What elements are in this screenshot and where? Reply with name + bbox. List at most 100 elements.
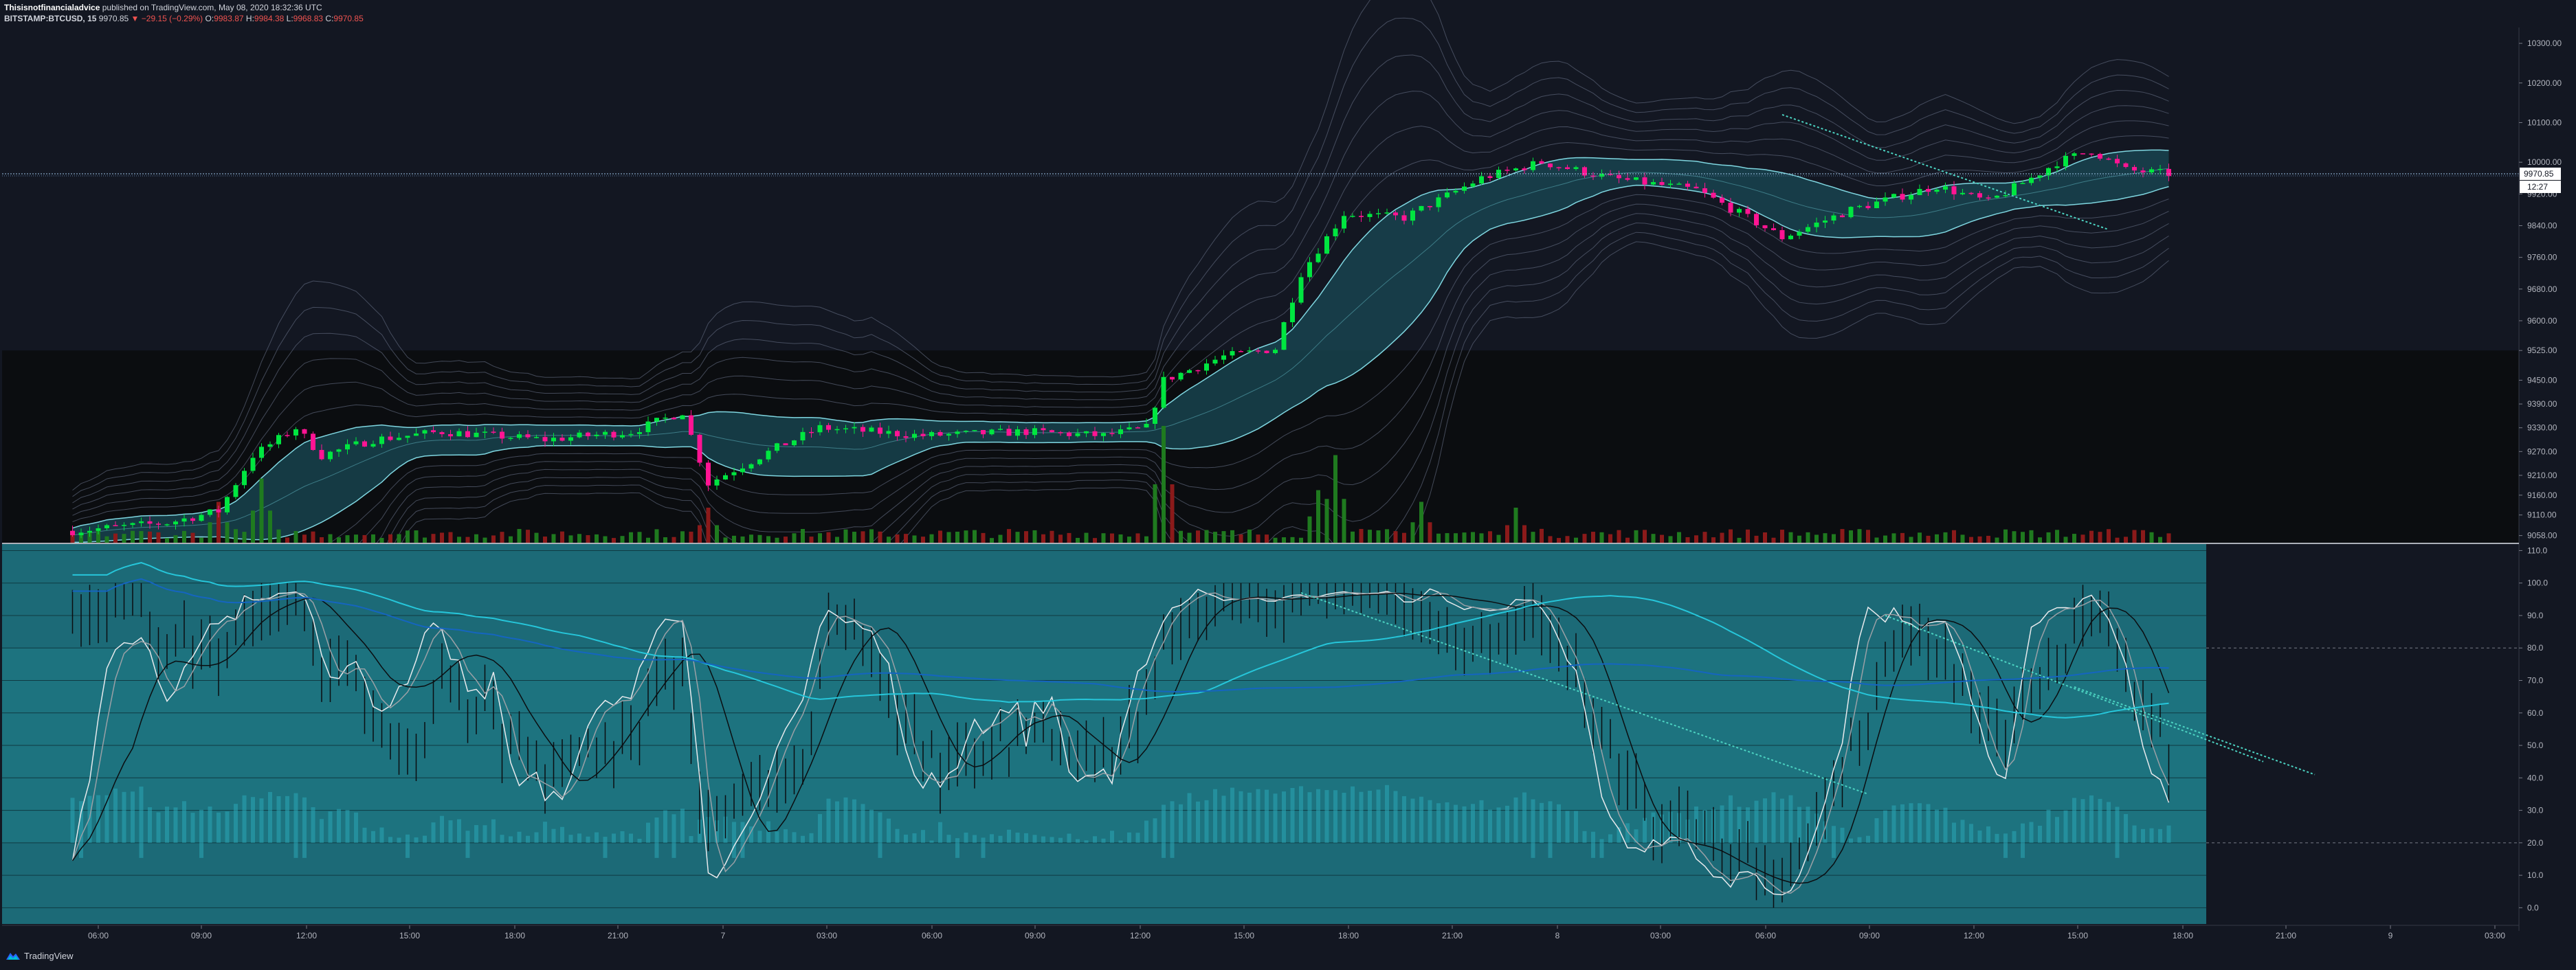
volume-bar (1299, 537, 1303, 543)
oscillator-histogram-bar (1376, 789, 1381, 843)
oscillator-histogram-bar (1445, 802, 1450, 843)
countdown-label: 12:27 (2527, 182, 2548, 192)
oscillator-histogram-bar (311, 807, 315, 843)
volume-bar (1617, 530, 1621, 543)
volume-bar (491, 535, 496, 543)
volume-bar (595, 534, 599, 543)
candle-body (1393, 212, 1398, 216)
volume-bar (354, 534, 358, 543)
oscillator-histogram-bar (285, 796, 289, 843)
oscillator-histogram-bar (1832, 826, 1836, 858)
time-tick-label: 21:00 (1442, 931, 1463, 940)
candle-body (104, 525, 109, 529)
volume-bar (371, 534, 375, 543)
candle-body (259, 447, 264, 458)
oscillator-histogram-bar (337, 809, 341, 843)
time-tick-label: 7 (721, 931, 726, 940)
oscillator-histogram-bar (1196, 801, 1200, 843)
brand-name[interactable]: TradingView (24, 951, 74, 961)
volume-bar (397, 534, 401, 543)
volume-bar (2166, 533, 2171, 543)
volume-bar (500, 532, 504, 543)
oscillator-histogram-bar (1076, 839, 1080, 843)
candle-body (1092, 431, 1098, 436)
volume-bar (1496, 534, 1501, 543)
oscillator-histogram-bar (268, 791, 272, 843)
oscillator-histogram-bar (122, 791, 126, 843)
candle-body (233, 485, 238, 497)
volume-bar (1548, 536, 1553, 543)
price-axis[interactable]: 10300.0010200.0010100.0010000.009920.009… (2518, 27, 2562, 931)
candle-body (1891, 194, 1896, 198)
volume-bar (2029, 530, 2034, 543)
price-tick-label: 10300.00 (2527, 38, 2562, 48)
volume-bar (2115, 537, 2120, 543)
oscillator-histogram-bar (2098, 798, 2102, 843)
candle-body (1797, 232, 1802, 236)
volume-bar (1290, 537, 1295, 543)
volume-bar (1024, 531, 1028, 543)
time-axis[interactable]: 06:00 09:00 12:00 15:00 18:00 21:00 7 03:00 06:0… (2, 925, 2519, 940)
candle-body (1256, 350, 1261, 352)
volume-bar (1643, 530, 1647, 543)
volume-bar (835, 537, 839, 543)
volume-bar (1110, 533, 1114, 543)
candle-body (1084, 431, 1089, 433)
candle-body (2106, 158, 2111, 160)
oscillator-histogram-bar (173, 807, 178, 843)
volume-bar (148, 531, 152, 543)
chart-canvas[interactable]: 10300.0010200.0010100.0010000.009920.009… (0, 0, 2576, 970)
oscillator-histogram-bar (1393, 791, 1398, 843)
oscillator-histogram-bar (1788, 795, 1793, 843)
volume-bar (293, 530, 298, 543)
oscillator-histogram-bar (2021, 823, 2025, 858)
oscillator-histogram-bar (1333, 790, 1337, 843)
oscillator-histogram-bar (775, 831, 779, 843)
volume-bar (1230, 530, 1234, 543)
candle-body (276, 435, 281, 444)
oscillator-histogram-bar (1368, 791, 1372, 843)
volume-bar (551, 534, 556, 543)
osc-tick-label: 40.0 (2527, 773, 2544, 782)
price-tick-label: 9210.00 (2527, 471, 2557, 480)
oscillator-histogram-bar (1995, 833, 1999, 843)
oscillator-histogram-bar (242, 795, 247, 843)
candle-body (1324, 236, 1329, 254)
oscillator-histogram-bar (1496, 807, 1501, 843)
oscillator-histogram-bar (1926, 804, 1931, 843)
oscillator-histogram-bar (671, 814, 676, 858)
oscillator-histogram-bar (869, 809, 874, 843)
candle-body (955, 431, 960, 434)
oscillator-pane[interactable] (2, 544, 2519, 924)
oscillator-histogram-bar (1471, 804, 1475, 843)
candle-body (568, 437, 573, 441)
volume-bar (431, 534, 436, 543)
oscillator-histogram-bar (1118, 840, 1123, 843)
candle-body (181, 518, 187, 522)
oscillator-histogram-bar (131, 791, 135, 843)
volume-bar (2012, 531, 2017, 543)
volume-bar (1685, 537, 1690, 543)
candle-body (1204, 363, 1209, 371)
osc-tick-label: 70.0 (2527, 676, 2544, 686)
oscillator-histogram-bar (302, 797, 307, 858)
candle-body (2029, 177, 2034, 183)
price-tick-label: 9760.00 (2527, 253, 2557, 262)
oscillator-histogram-bar (2141, 828, 2145, 843)
osc-tick-label: 20.0 (2527, 838, 2544, 848)
osc-tick-label: 80.0 (2527, 643, 2544, 653)
candle-body (1522, 168, 1527, 170)
candle-body (628, 433, 634, 436)
volume-bar (1213, 532, 1217, 543)
volume-bar (826, 532, 831, 543)
oscillator-histogram-bar (2080, 799, 2085, 843)
candle-body (1239, 351, 1243, 352)
candle-body (1590, 175, 1596, 177)
osc-tick-label: 50.0 (2527, 741, 2544, 750)
oscillator-histogram-bar (895, 828, 900, 843)
oscillator-histogram-bar (1221, 796, 1226, 843)
candle-body (1865, 205, 1871, 209)
volume-bar (1754, 535, 1759, 543)
candle-body (852, 427, 857, 429)
oscillator-histogram-bar (1359, 791, 1364, 843)
